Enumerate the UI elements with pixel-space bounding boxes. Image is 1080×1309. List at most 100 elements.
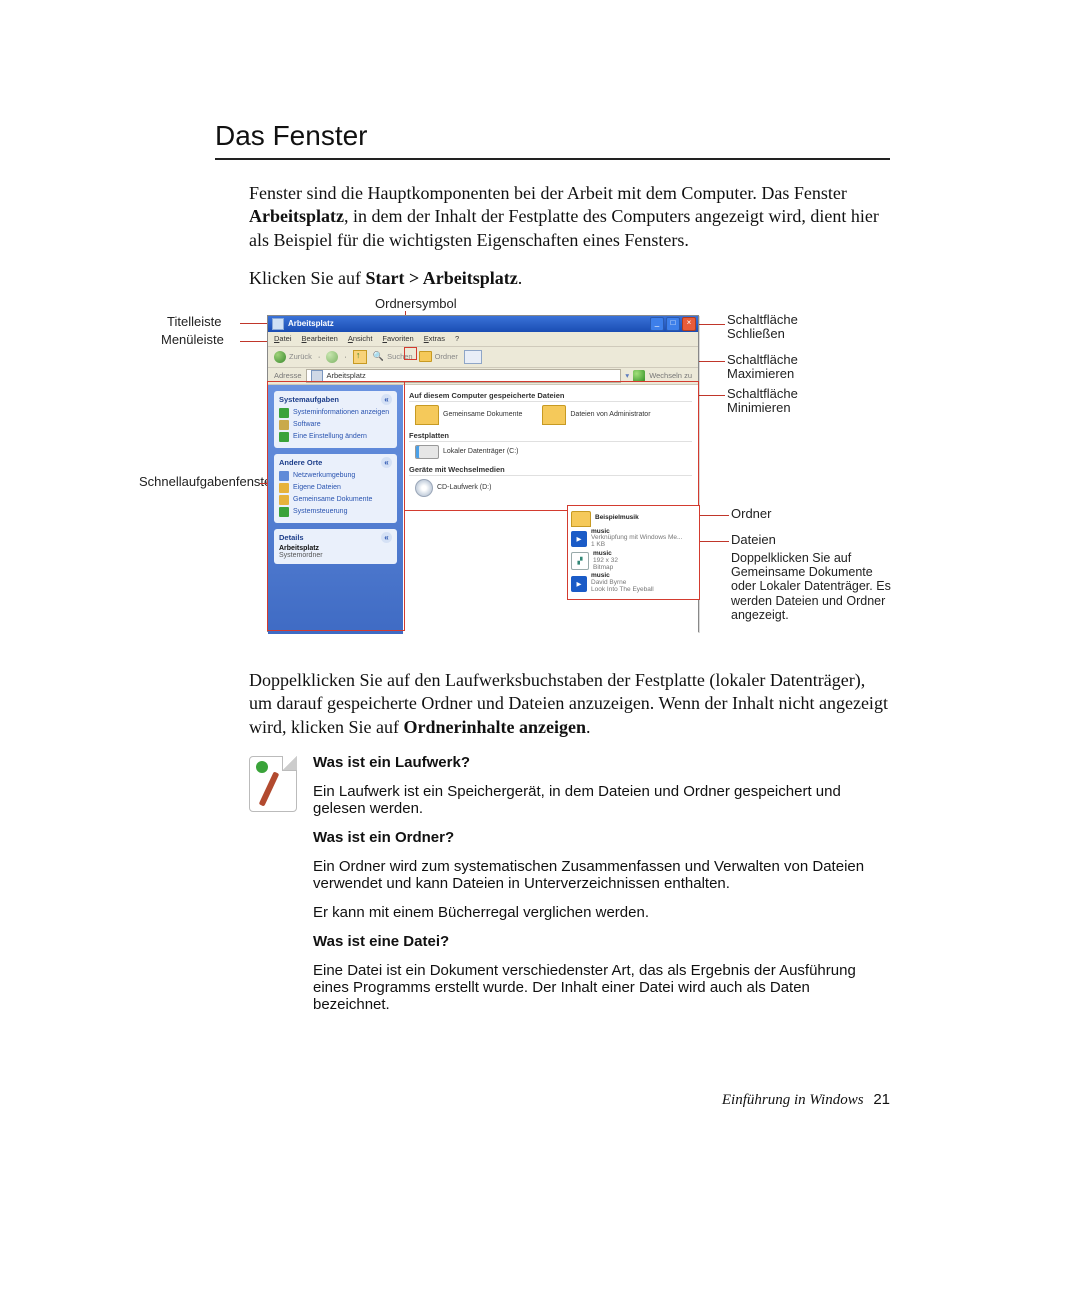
titlebar[interactable]: Arbeitsplatz _ □ × [268, 316, 698, 332]
menu-item[interactable]: ? [455, 334, 459, 343]
menu-item[interactable]: Datei [274, 334, 292, 343]
list-item[interactable]: ▶musicDavid ByrneLook Into The Eyeball [571, 573, 696, 593]
section-header: Auf diesem Computer gespeicherte Dateien [409, 391, 692, 402]
maximize-button[interactable]: □ [666, 317, 680, 331]
window-title: Arbeitsplatz [288, 319, 650, 328]
cd-icon [415, 479, 433, 497]
forward-button[interactable] [326, 351, 338, 363]
list-item[interactable]: Beispielmusik [571, 511, 696, 527]
intro-bold: Arbeitsplatz [249, 206, 344, 226]
taskbox-header: Systemaufgaben [279, 395, 339, 404]
collapse-icon[interactable]: « [381, 394, 392, 405]
task-link[interactable]: Netzwerkumgebung [279, 470, 392, 482]
media-icon: ▶ [571, 531, 587, 547]
pc-icon [311, 370, 323, 382]
text-bold: Ordnerinhalte anzeigen [403, 717, 586, 737]
section-header: Geräte mit Wechselmedien [409, 465, 692, 476]
callout-ordnersymbol: Ordnersymbol [375, 297, 457, 312]
callout-ordner: Ordner [731, 507, 771, 522]
back-button[interactable]: Zurück [274, 351, 312, 363]
menu-item[interactable]: Ansicht [348, 334, 373, 343]
cd-item[interactable]: CD-Laufwerk (D:) [415, 479, 491, 497]
task-link[interactable]: Software [279, 419, 392, 431]
tip-block: Was ist ein Laufwerk? Ein Laufwerk ist e… [249, 754, 890, 1025]
task-link[interactable]: Eigene Dateien [279, 482, 392, 494]
media-icon: ▶ [571, 576, 587, 592]
file-list-panel: Beispielmusik ▶musicVerknüpfung mit Wind… [567, 505, 700, 600]
callout-titelleiste: Titelleiste [167, 315, 221, 330]
intro-block: Fenster sind die Hauptkomponenten bei de… [249, 182, 890, 291]
toolbar: Zurück · · 🔍Suchen Ordner [268, 347, 698, 368]
tip-answer: Eine Datei ist ein Dokument verschiedens… [313, 962, 890, 1013]
taskbox-details: Details « Arbeitsplatz Systemordner [274, 529, 397, 564]
folder-icon [571, 511, 591, 527]
page-title: Das Fenster [215, 120, 890, 152]
text: . [586, 717, 591, 737]
menubar[interactable]: Datei Bearbeiten Ansicht Favoriten Extra… [268, 332, 698, 347]
annotated-screenshot: Titelleiste Menüleiste Schnellaufgabenfe… [175, 305, 890, 645]
taskbox-header: Details [279, 533, 304, 542]
tip-question: Was ist ein Laufwerk? [313, 754, 890, 771]
callout-dateien-desc: Doppelklicken Sie auf Gemeinsame Dokumen… [731, 551, 891, 623]
folder-icon [542, 405, 566, 425]
collapse-icon[interactable]: « [381, 457, 392, 468]
details-title: Arbeitsplatz [279, 545, 392, 552]
intro-text: Klicken Sie auf [249, 268, 365, 288]
window-icon [272, 318, 284, 330]
intro-text: . [518, 268, 523, 288]
intro-text: , in dem der Inhalt der Festplatte des C… [249, 206, 879, 250]
menu-item[interactable]: Favoriten [382, 334, 413, 343]
drive-item[interactable]: Lokaler Datenträger (C:) [415, 445, 518, 459]
drive-icon [415, 445, 439, 459]
callout-max: Schaltfläche Maximieren [727, 353, 847, 383]
tip-answer: Ein Ordner wird zum systematischen Zusam… [313, 858, 890, 892]
taskbox-header: Andere Orte [279, 458, 322, 467]
menu-item[interactable]: Extras [424, 334, 445, 343]
close-button[interactable]: × [682, 317, 696, 331]
go-label: Wechseln zu [649, 371, 692, 380]
folder-icon [415, 405, 439, 425]
page-footer: Einführung in Windows 21 [722, 1091, 890, 1109]
minimize-button[interactable]: _ [650, 317, 664, 331]
taskbox-places: Andere Orte « Netzwerkumgebung Eigene Dat… [274, 454, 397, 523]
callout-schnell: Schnellaufgabenfenster [139, 475, 259, 490]
tip-answer: Er kann mit einem Bücherregal verglichen… [313, 904, 890, 921]
page-number: 21 [873, 1091, 890, 1108]
up-button[interactable] [353, 350, 367, 364]
tip-question: Was ist eine Datei? [313, 933, 890, 950]
menu-item[interactable]: Bearbeiten [302, 334, 338, 343]
intro-bold: Start > Arbeitsplatz [365, 268, 517, 288]
after-text: Doppelklicken Sie auf den Laufwerksbuchs… [249, 669, 890, 740]
go-button[interactable] [633, 370, 645, 382]
search-button[interactable]: 🔍Suchen [373, 351, 413, 362]
task-link[interactable]: Eine Einstellung ändern [279, 431, 392, 443]
section-header: Festplatten [409, 431, 692, 442]
folders-button[interactable]: Ordner [419, 351, 458, 362]
folder-item[interactable]: Dateien von Administrator [542, 405, 650, 425]
callout-min: Schaltfläche Minimieren [727, 387, 847, 417]
address-input[interactable]: Arbeitsplatz [306, 369, 622, 383]
task-link[interactable]: Systemsteuerung [279, 506, 392, 518]
collapse-icon[interactable]: « [381, 532, 392, 543]
intro-text: Fenster sind die Hauptkomponenten bei de… [249, 183, 847, 203]
note-icon [249, 756, 297, 812]
title-rule [215, 158, 890, 160]
list-item[interactable]: ▶musicVerknüpfung mit Windows Me...1 KB [571, 529, 696, 549]
image-icon: ▞ [571, 552, 589, 570]
task-link[interactable]: Gemeinsame Dokumente [279, 494, 392, 506]
callout-close: Schaltfläche Schließen [727, 313, 847, 343]
callout-dateien: Dateien [731, 533, 776, 548]
task-link[interactable]: Systeminformationen anzeigen [279, 407, 392, 419]
address-bar: Adresse Arbeitsplatz ▾ Wechseln zu [268, 368, 698, 385]
views-button[interactable] [464, 350, 482, 364]
footer-text: Einführung in Windows [722, 1092, 864, 1108]
addr-dropdown-icon[interactable]: ▾ [625, 371, 629, 380]
details-sub: Systemordner [279, 552, 392, 559]
folder-item[interactable]: Gemeinsame Dokumente [415, 405, 522, 425]
list-item[interactable]: ▞music192 x 32Bitmap [571, 551, 696, 571]
task-pane: Systemaufgaben « Systeminformationen anze… [268, 385, 403, 634]
tip-answer: Ein Laufwerk ist ein Speichergerät, in d… [313, 783, 890, 817]
tip-question: Was ist ein Ordner? [313, 829, 890, 846]
address-value: Arbeitsplatz [327, 371, 366, 380]
taskbox-system: Systemaufgaben « Systeminformationen anze… [274, 391, 397, 448]
